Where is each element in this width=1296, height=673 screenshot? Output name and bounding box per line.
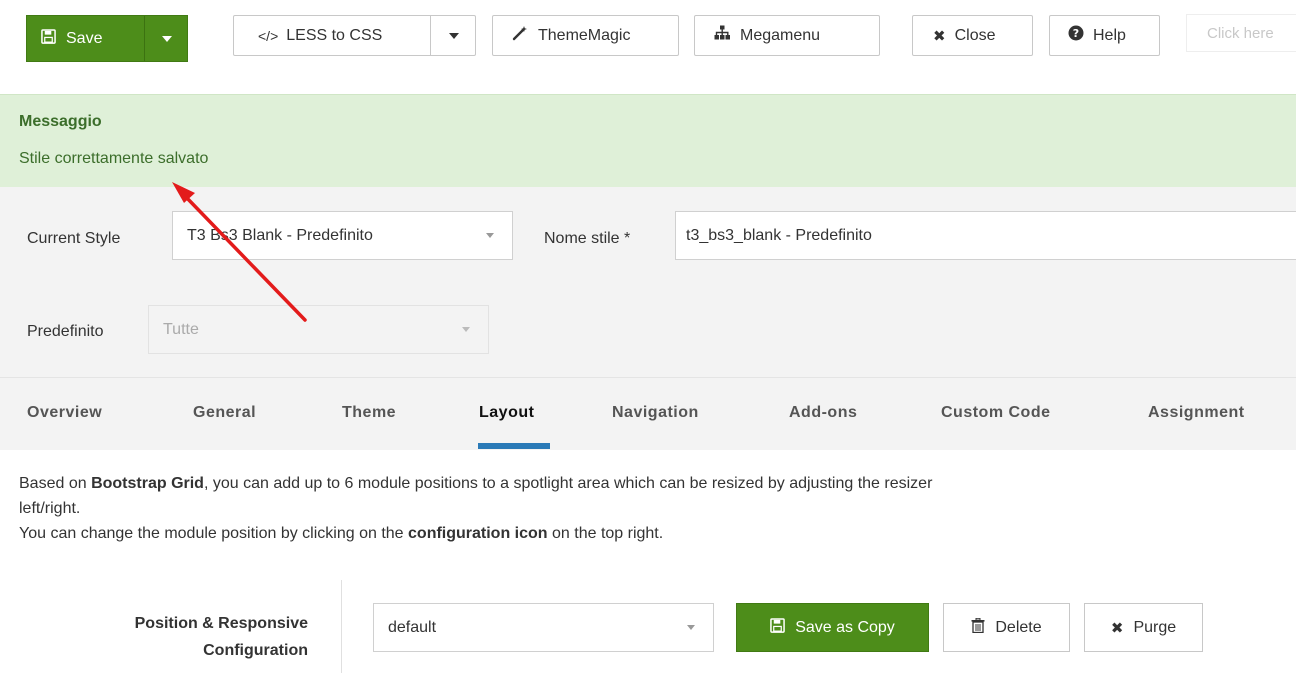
annotation-arrow	[172, 182, 307, 322]
